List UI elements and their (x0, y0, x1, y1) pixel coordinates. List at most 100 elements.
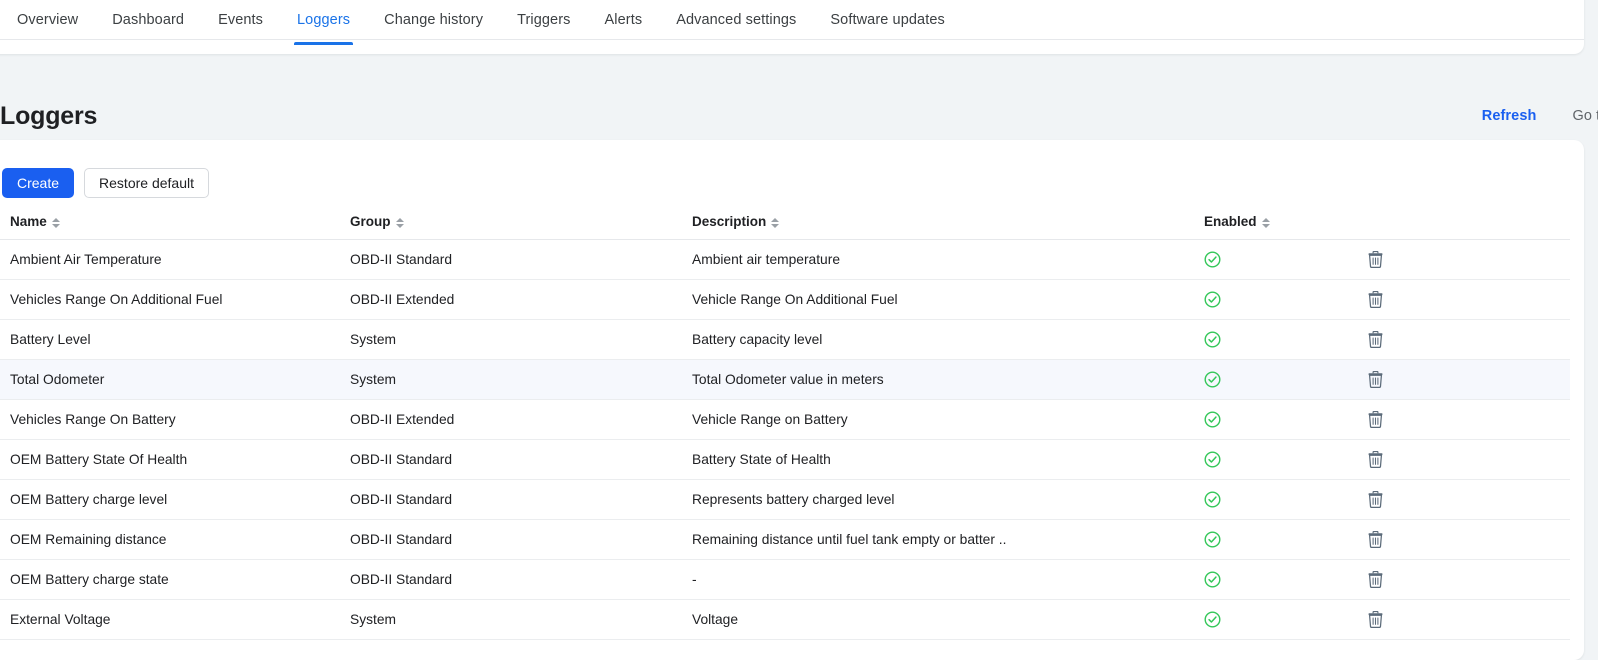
cell-description: Vehicle Range on Battery (682, 399, 1194, 440)
sort-arrows-icon[interactable] (771, 217, 780, 228)
tab-alerts[interactable]: Alerts (588, 0, 660, 40)
delete-row-button[interactable] (1364, 448, 1386, 470)
check-circle-icon (1204, 491, 1221, 508)
create-button[interactable]: Create (2, 168, 75, 198)
table-row[interactable]: Ambient Air Temperature OBD-II Standard Am… (0, 239, 1570, 280)
cell-actions (1354, 359, 1570, 400)
column-header-actions (1354, 214, 1570, 240)
cell-enabled (1194, 319, 1354, 360)
cell-name: Vehicles Range On Battery (0, 399, 340, 440)
check-circle-icon (1204, 251, 1221, 268)
cell-name: Total Odometer (0, 359, 340, 400)
cell-group: OBD-II Extended (340, 399, 682, 440)
cell-group: OBD-II Standard (340, 559, 682, 600)
tab-software-updates[interactable]: Software updates (813, 0, 961, 40)
check-circle-icon (1204, 451, 1221, 468)
tab-triggers[interactable]: Triggers (500, 0, 587, 40)
loggers-table: Name Group Description Enabled Ambient Air … (0, 214, 1570, 640)
table-row[interactable]: Total Odometer System Total Odometer value… (0, 359, 1570, 400)
column-header-enabled[interactable]: Enabled (1194, 214, 1354, 240)
tab-events[interactable]: Events (201, 0, 280, 40)
check-circle-icon (1204, 571, 1221, 588)
table-row[interactable]: OEM Battery charge state OBD-II Standard - (0, 559, 1570, 600)
table-body: Ambient Air Temperature OBD-II Standard Am… (0, 239, 1570, 640)
table-row[interactable]: Vehicles Range On Additional Fuel OBD-II … (0, 279, 1570, 320)
sort-arrows-icon[interactable] (51, 217, 60, 228)
column-header-name[interactable]: Name (0, 214, 340, 240)
tab-loggers[interactable]: Loggers (280, 0, 367, 45)
delete-row-button[interactable] (1364, 368, 1386, 390)
check-circle-icon (1204, 611, 1221, 628)
page-title: Loggers (0, 102, 98, 130)
cell-group: OBD-II Standard (340, 519, 682, 560)
trash-icon (1368, 450, 1383, 468)
cell-actions (1354, 479, 1570, 520)
cell-actions (1354, 319, 1570, 360)
check-circle-icon (1204, 411, 1221, 428)
table-row[interactable]: Vehicles Range On Battery OBD-II Extended… (0, 399, 1570, 440)
refresh-link[interactable]: Refresh (1482, 108, 1573, 124)
tab-divider (0, 39, 1584, 40)
cell-description: Battery capacity level (682, 319, 1194, 360)
sort-arrows-icon[interactable] (395, 217, 404, 228)
cell-actions (1354, 239, 1570, 280)
delete-row-button[interactable] (1364, 608, 1386, 630)
trash-icon (1368, 330, 1383, 348)
tab-advanced-settings[interactable]: Advanced settings (659, 0, 813, 40)
tab-dashboard[interactable]: Dashboard (95, 0, 201, 40)
table-header: Name Group Description Enabled (0, 214, 1570, 240)
delete-row-button[interactable] (1364, 488, 1386, 510)
delete-row-button[interactable] (1364, 288, 1386, 310)
cell-description: Remaining distance until fuel tank empty… (682, 519, 1194, 560)
cell-enabled (1194, 359, 1354, 400)
trash-icon (1368, 250, 1383, 268)
cell-description: Battery State of Health (682, 439, 1194, 480)
cell-actions (1354, 439, 1570, 480)
column-header-label: Name (10, 214, 47, 229)
tab-overview[interactable]: Overview (0, 0, 95, 40)
table-row[interactable]: OEM Battery charge level OBD-II Standard R… (0, 479, 1570, 520)
cell-actions (1354, 519, 1570, 560)
cell-group: System (340, 359, 682, 400)
table-row[interactable]: OEM Battery State Of Health OBD-II Standa… (0, 439, 1570, 480)
cell-name: OEM Battery charge level (0, 479, 340, 520)
page-header: Loggers Refresh Go to Docs (0, 92, 1598, 140)
trash-icon (1368, 370, 1383, 388)
tab-change-history[interactable]: Change history (367, 0, 500, 40)
table-toolbar: Create Restore default (0, 154, 1584, 214)
sort-arrows-icon[interactable] (1261, 217, 1270, 228)
cell-name: OEM Remaining distance (0, 519, 340, 560)
restore-default-button[interactable]: Restore default (84, 168, 209, 198)
cell-enabled (1194, 479, 1354, 520)
table-row[interactable]: OEM Remaining distance OBD-II Standard Rem… (0, 519, 1570, 560)
column-header-group[interactable]: Group (340, 214, 682, 240)
cell-name: OEM Battery charge state (0, 559, 340, 600)
cell-name: OEM Battery State Of Health (0, 439, 340, 480)
cell-group: OBD-II Standard (340, 239, 682, 280)
delete-row-button[interactable] (1364, 248, 1386, 270)
table-row[interactable]: Battery Level System Battery capacity leve… (0, 319, 1570, 360)
trash-icon (1368, 490, 1383, 508)
cell-group: OBD-II Standard (340, 439, 682, 480)
delete-row-button[interactable] (1364, 328, 1386, 350)
cell-name: Ambient Air Temperature (0, 239, 340, 280)
delete-row-button[interactable] (1364, 568, 1386, 590)
trash-icon (1368, 410, 1383, 428)
trash-icon (1368, 290, 1383, 308)
column-header-description[interactable]: Description (682, 214, 1194, 240)
cell-enabled (1194, 519, 1354, 560)
cell-description: Vehicle Range On Additional Fuel (682, 279, 1194, 320)
trash-icon (1368, 530, 1383, 548)
top-navigation-bar: Overview Dashboard Events Loggers Change his… (0, 0, 1584, 54)
delete-row-button[interactable] (1364, 408, 1386, 430)
cell-enabled (1194, 279, 1354, 320)
cell-enabled (1194, 439, 1354, 480)
column-header-label: Group (350, 214, 391, 229)
trash-icon (1368, 610, 1383, 628)
cell-group: OBD-II Standard (340, 479, 682, 520)
go-to-docs-link[interactable]: Go to Docs (1572, 108, 1598, 124)
column-header-label: Enabled (1204, 214, 1257, 229)
delete-row-button[interactable] (1364, 528, 1386, 550)
cell-enabled (1194, 399, 1354, 440)
cell-group: OBD-II Extended (340, 279, 682, 320)
